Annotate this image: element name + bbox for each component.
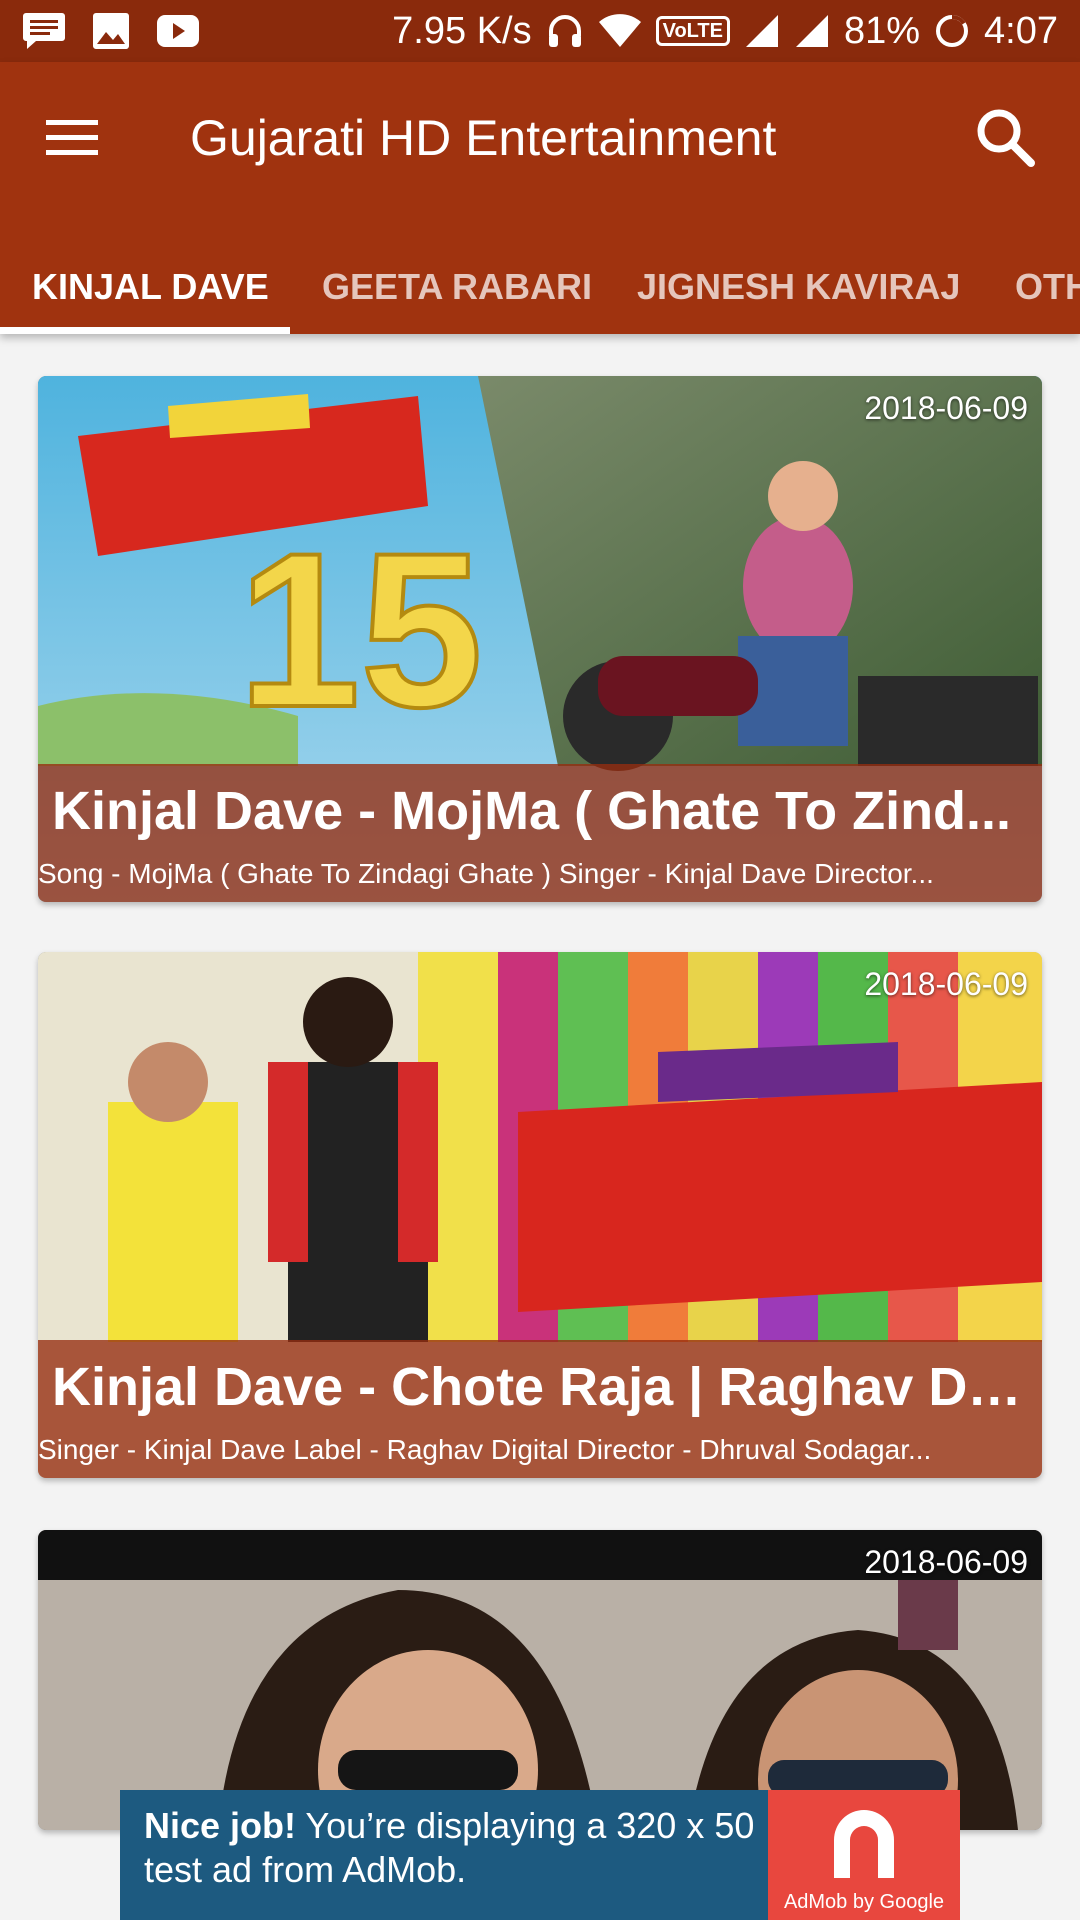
video-date: 2018-06-09: [864, 966, 1028, 1002]
toolbar: Gujarati HD Entertainment: [0, 62, 1080, 212]
signal-icon: [794, 13, 830, 49]
video-card[interactable]: 2018-06-09: [38, 1530, 1042, 1830]
video-description: Singer - Kinjal Dave Label - Raghav Digi…: [38, 1434, 932, 1465]
ad-banner[interactable]: Nice job! You’re displaying a 320 x 50 t…: [120, 1790, 960, 1920]
status-bar: 7.95 K/s VoLTE 81% 4:07: [0, 0, 1080, 62]
ad-text: Nice job! You’re displaying a 320 x 50 t…: [144, 1804, 764, 1892]
video-title: Kinjal Dave - Chote Raja | Raghav Di...: [52, 1357, 1027, 1417]
video-card[interactable]: 15 2018-06-09 Kinjal Dave - MojMa ( Ghat…: [38, 376, 1042, 902]
clock: 4:07: [984, 9, 1058, 52]
tab-geeta-rabari[interactable]: GEETA RABARI: [322, 252, 592, 334]
tab-kinjal-dave[interactable]: KINJAL DAVE: [32, 252, 269, 334]
video-caption: Kinjal Dave - MojMa ( Ghate To Zind... S…: [38, 764, 1042, 902]
tab-indicator: [0, 327, 290, 334]
wifi-icon: [598, 13, 642, 49]
signal-icon: [744, 13, 780, 49]
admob-icon: [834, 1810, 894, 1878]
app-title: Gujarati HD Entertainment: [190, 110, 777, 166]
tab-bar: KINJAL DAVE GEETA RABARI JIGNESH KAVIRAJ…: [0, 252, 1080, 334]
tab-jignesh-kaviraj[interactable]: JIGNESH KAVIRAJ: [637, 252, 960, 334]
video-date: 2018-06-09: [864, 1544, 1028, 1580]
message-icon: [22, 11, 66, 51]
ad-text-bold: Nice job!: [144, 1805, 297, 1846]
video-date: 2018-06-09: [864, 390, 1028, 426]
tab-others[interactable]: OTH: [1015, 252, 1080, 334]
headphones-icon: [546, 12, 584, 50]
network-speed: 7.95 K/s: [392, 9, 532, 52]
youtube-icon: [156, 14, 200, 48]
image-icon: [92, 12, 130, 50]
admob-logo: AdMob by Google: [768, 1790, 960, 1920]
hamburger-menu-icon[interactable]: [44, 110, 100, 166]
video-card[interactable]: 2018-06-09 Kinjal Dave - Chote Raja | Ra…: [38, 952, 1042, 1478]
video-description: Song - MojMa ( Ghate To Zindagi Ghate ) …: [38, 858, 934, 889]
app-bar: Gujarati HD Entertainment KINJAL DAVE GE…: [0, 62, 1080, 334]
volte-icon: VoLTE: [655, 16, 730, 46]
video-caption: Kinjal Dave - Chote Raja | Raghav Di... …: [38, 1340, 1042, 1478]
svg-text:15: 15: [238, 507, 483, 753]
search-icon[interactable]: [970, 102, 1040, 172]
battery-percent: 81%: [843, 9, 921, 52]
admob-label: AdMob by Google: [783, 1891, 945, 1913]
battery-icon: [934, 13, 970, 49]
video-title: Kinjal Dave - MojMa ( Ghate To Zind...: [52, 781, 1012, 841]
